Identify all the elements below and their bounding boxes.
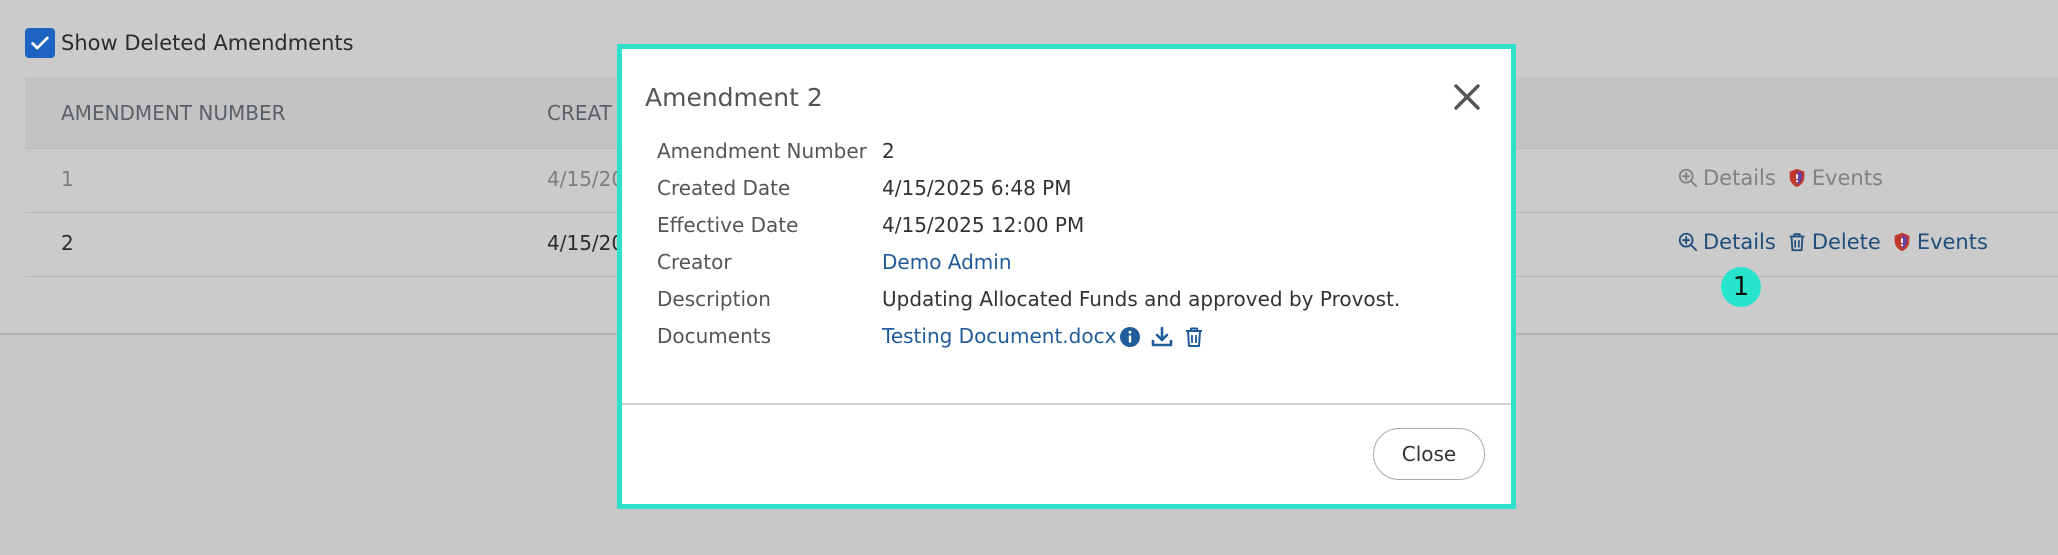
description-label: Description (657, 287, 771, 311)
zoom-in-icon (1678, 232, 1698, 252)
effective-date-value: 4/15/2025 12:00 PM (882, 213, 1085, 237)
info-icon[interactable] (1118, 325, 1142, 349)
amendment-details-modal: Amendment 2 Amendment Number 2 Created D… (617, 44, 1516, 509)
amendment-number-value: 2 (882, 139, 895, 163)
step-badge: 1 (1721, 267, 1761, 307)
created-date-cell: 4/15/20 (547, 167, 625, 191)
shield-icon (1894, 232, 1910, 252)
effective-date-label: Effective Date (657, 213, 799, 237)
document-link[interactable]: Testing Document.docx (882, 324, 1116, 348)
trash-icon (1789, 233, 1805, 252)
created-date-cell: 4/15/20 (547, 231, 625, 255)
amendment-number-cell: 1 (61, 167, 74, 191)
events-label: Events (1916, 230, 1988, 254)
created-date-value: 4/15/2025 6:48 PM (882, 176, 1072, 200)
close-button[interactable]: Close (1373, 428, 1485, 480)
events-link[interactable]: Events (1891, 230, 1988, 254)
events-label: Events (1811, 166, 1883, 190)
delete-link[interactable]: Delete (1786, 230, 1881, 254)
amendment-number-label: Amendment Number (657, 139, 867, 163)
creator-label: Creator (657, 250, 732, 274)
documents-label: Documents (657, 324, 772, 348)
zoom-in-icon (1678, 168, 1698, 188)
modal-title: Amendment 2 (645, 83, 823, 112)
shield-icon (1789, 168, 1805, 188)
creator-link[interactable]: Demo Admin (882, 250, 1012, 274)
delete-label: Delete (1811, 230, 1881, 254)
row-actions: Details Delete Events (1677, 230, 1998, 254)
details-link[interactable]: Details (1677, 166, 1776, 190)
document-actions (1118, 325, 1214, 349)
trash-icon[interactable] (1182, 325, 1206, 349)
download-icon[interactable] (1150, 325, 1174, 349)
events-link[interactable]: Events (1786, 166, 1883, 190)
header-created: CREAT (547, 101, 612, 125)
row-actions: Details Events (1677, 166, 1893, 190)
show-deleted-label: Show Deleted Amendments (61, 31, 354, 55)
description-value: Updating Allocated Funds and approved by… (882, 287, 1401, 311)
amendment-number-cell: 2 (61, 231, 74, 255)
header-amendment-number: AMENDMENT NUMBER (61, 101, 286, 125)
details-link[interactable]: Details (1677, 230, 1776, 254)
show-deleted-filter[interactable]: Show Deleted Amendments (25, 28, 354, 58)
show-deleted-checkbox[interactable] (25, 28, 55, 58)
checkmark-icon (31, 36, 49, 50)
close-icon[interactable] (1449, 79, 1485, 115)
details-label: Details (1703, 230, 1776, 254)
created-date-label: Created Date (657, 176, 791, 200)
details-label: Details (1703, 166, 1776, 190)
modal-divider (622, 403, 1511, 405)
